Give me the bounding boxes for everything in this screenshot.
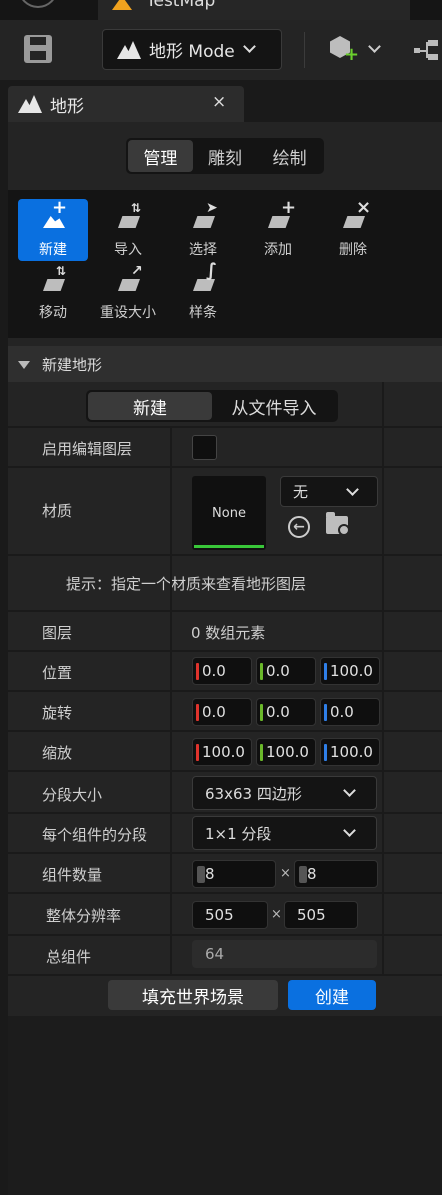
resolution-y-input[interactable]: 505 — [284, 901, 358, 929]
new-landscape-section[interactable]: 新建地形 — [8, 346, 442, 382]
create-button[interactable]: 创建 — [288, 980, 376, 1010]
scale-z-input[interactable]: 100.0 — [320, 738, 380, 766]
warning-icon — [112, 0, 132, 10]
material-dropdown[interactable]: 无 — [280, 476, 378, 507]
material-thumbnail[interactable]: None — [192, 476, 266, 550]
drag-handle[interactable] — [299, 866, 307, 883]
rotation-x-input[interactable]: 0.0 — [192, 698, 252, 726]
landscape-icon — [18, 95, 42, 113]
tool-resize[interactable]: ↗ 重设大小 — [93, 262, 163, 324]
chevron-down-icon[interactable] — [368, 40, 381, 53]
tool-delete[interactable]: × 删除 — [318, 199, 388, 261]
browse-asset-icon[interactable] — [326, 512, 350, 536]
mode-tabs: 管理 雕刻 绘制 — [126, 138, 324, 174]
tool-move[interactable]: ⇅ 移动 — [18, 262, 88, 324]
scale-x-input[interactable]: 100.0 — [192, 738, 252, 766]
tab-paint[interactable]: 绘制 — [257, 140, 322, 172]
tool-import[interactable]: ⇅ 导入 — [93, 199, 163, 261]
rotation-z-input[interactable]: 0.0 — [320, 698, 380, 726]
location-x-input[interactable]: 0.0 — [192, 657, 252, 685]
scale-y-input[interactable]: 100.0 — [256, 738, 316, 766]
drag-handle[interactable] — [197, 866, 205, 883]
component-count-x-input[interactable]: 8 — [192, 860, 276, 888]
layers-count: 0 数组元素 — [191, 624, 266, 642]
panel-empty-area — [8, 1016, 442, 1195]
tool-select[interactable]: ➤ 选择 — [168, 199, 238, 261]
section-title: 新建地形 — [42, 355, 103, 374]
total-components-field: 64 — [192, 940, 377, 968]
sections-per-component-dropdown[interactable]: 1×1 分段 — [192, 816, 377, 850]
mode-label: 地形 Mode — [149, 42, 235, 62]
enable-edit-layers-checkbox[interactable] — [192, 435, 217, 460]
rotation-y-input[interactable]: 0.0 — [256, 698, 316, 726]
save-icon[interactable] — [24, 35, 52, 63]
main-toolbar: 地形 Mode + — [0, 20, 442, 80]
tab-import-from-file[interactable]: 从文件导入 — [212, 392, 336, 420]
chevron-down-icon — [343, 824, 356, 837]
tab-manage[interactable]: 管理 — [128, 140, 193, 172]
chevron-down-icon — [346, 483, 359, 496]
tool-spline[interactable]: ∫ 样条 — [168, 262, 238, 324]
use-selected-asset-icon[interactable]: ← — [288, 516, 310, 538]
toolbar-divider — [304, 32, 305, 68]
tool-palette: + 新建 ⇅ 导入 ➤ 选择 + 添加 × 删除 ⇅ 移动 ↗ 重设大小 ∫ 样… — [8, 190, 442, 338]
chevron-down-icon — [242, 40, 256, 53]
component-count-y-input[interactable]: 8 — [294, 860, 378, 888]
landscape-panel-tab[interactable]: 地形 × — [8, 86, 244, 122]
tool-new[interactable]: + 新建 — [18, 199, 88, 261]
level-tab[interactable]: TestMap — [98, 0, 410, 20]
tab-sculpt[interactable]: 雕刻 — [193, 140, 258, 172]
app-logo-icon — [18, 0, 58, 8]
close-icon[interactable]: × — [212, 92, 226, 112]
collapse-arrow-icon — [18, 361, 30, 369]
create-mode-tabs: 新建 从文件导入 — [86, 390, 338, 422]
title-bar: TestMap — [0, 0, 442, 20]
section-size-dropdown[interactable]: 63x63 四边形 — [192, 776, 377, 810]
mode-selector[interactable]: 地形 Mode — [102, 29, 282, 70]
chevron-down-icon — [343, 784, 356, 797]
add-actor-icon[interactable]: + — [330, 36, 359, 64]
label-divider — [170, 614, 172, 976]
label-divider — [170, 428, 172, 614]
level-tab-title: TestMap — [146, 0, 216, 11]
location-y-input[interactable]: 0.0 — [256, 657, 316, 685]
material-hint: 提示：指定一个材质来查看地形图层 — [66, 575, 307, 593]
tool-add[interactable]: + 添加 — [243, 199, 313, 261]
tab-create-new[interactable]: 新建 — [88, 392, 212, 420]
layers-row: 图层 0 数组元素 — [8, 612, 442, 652]
fill-world-button[interactable]: 填充世界场景 — [108, 980, 278, 1010]
panel-title: 地形 — [50, 96, 84, 117]
landscape-icon — [117, 40, 141, 59]
edit-layers-row: 启用编辑图层 — [8, 428, 442, 468]
location-z-input[interactable]: 100.0 — [320, 657, 380, 685]
blueprint-icon[interactable] — [414, 40, 442, 60]
resolution-x-input[interactable]: 505 — [192, 901, 268, 929]
column-divider — [382, 382, 384, 976]
